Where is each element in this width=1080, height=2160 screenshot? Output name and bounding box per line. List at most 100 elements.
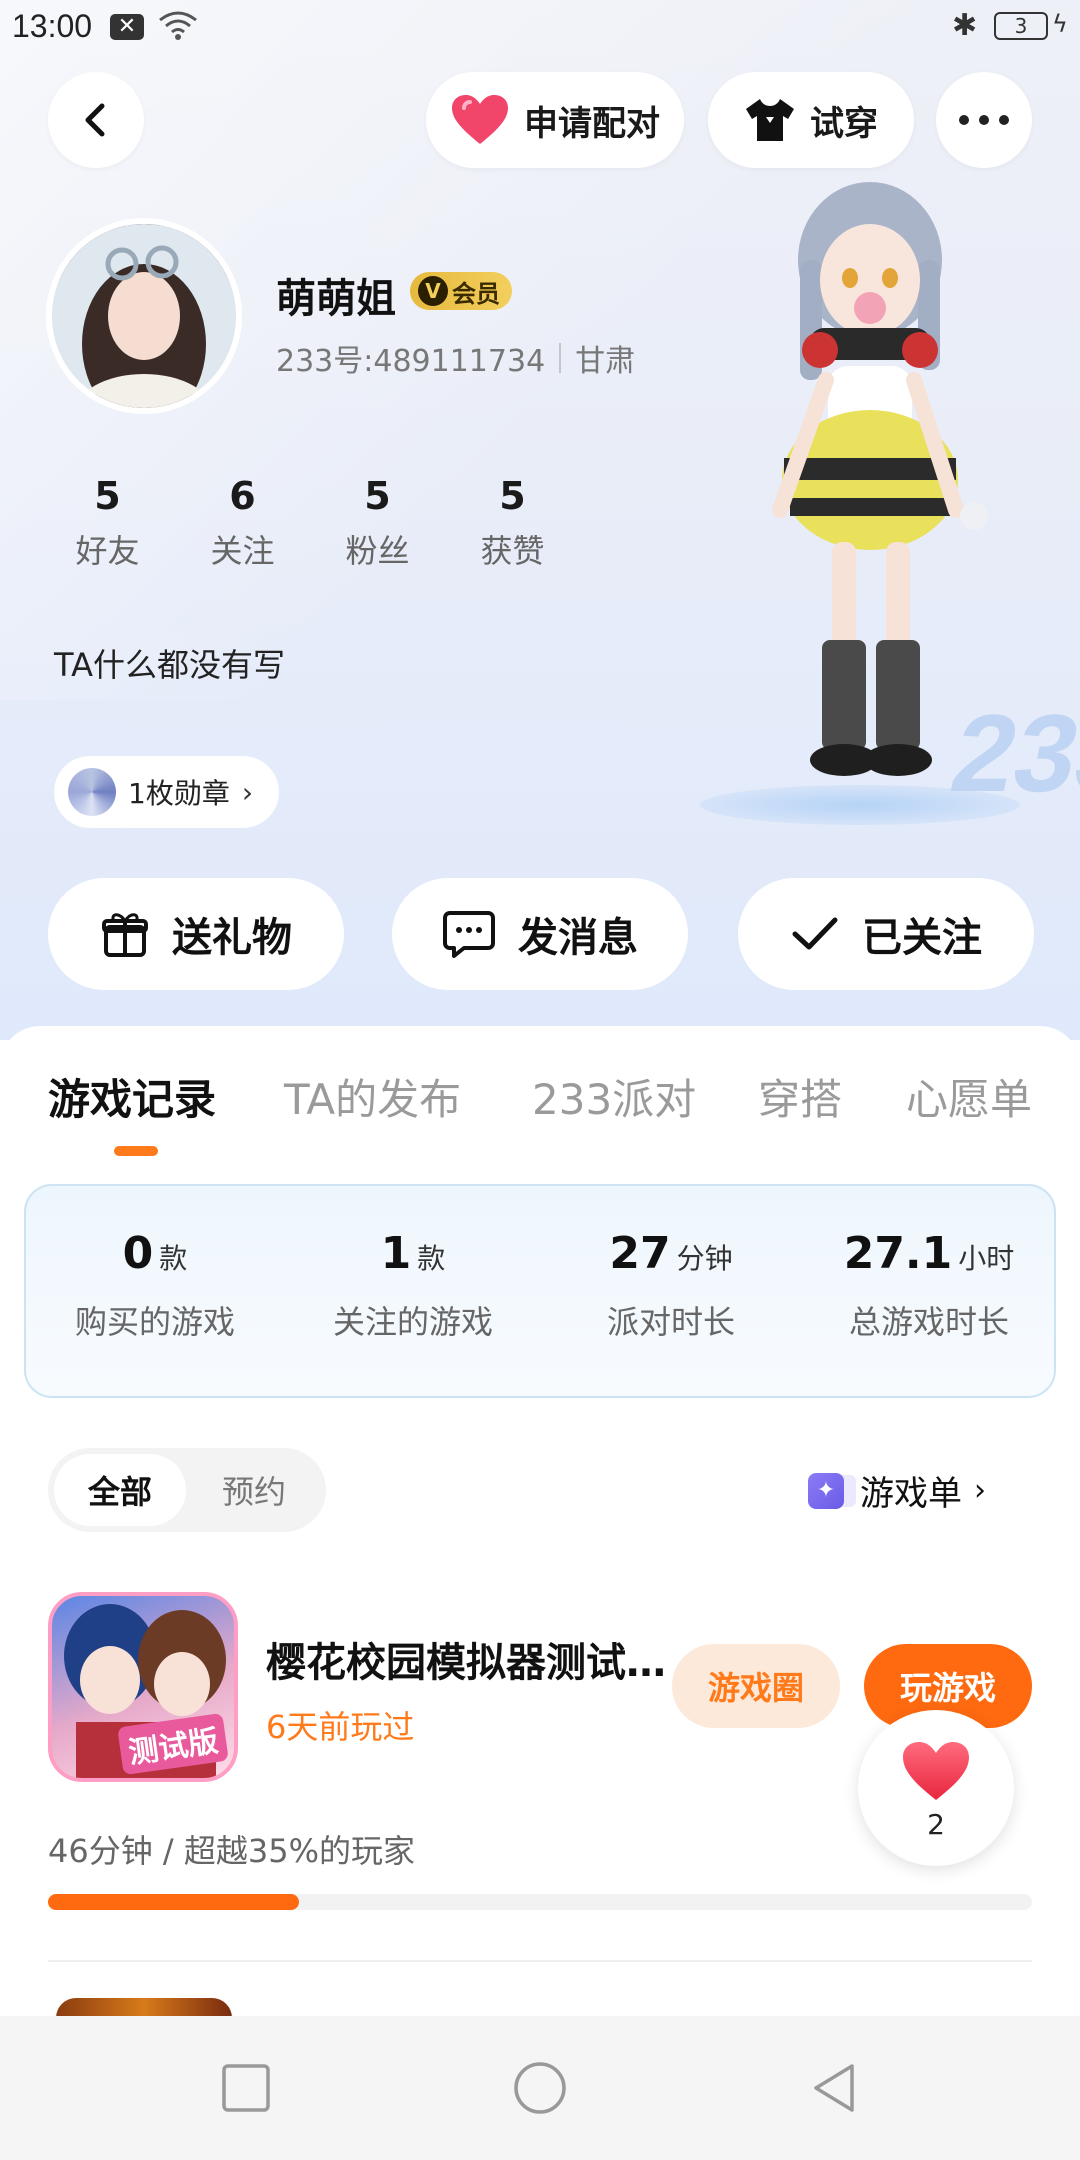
profile-stats: 5 好友 6 关注 5 粉丝 5 获赞 — [40, 474, 580, 572]
game-list-link[interactable]: ✦ 游戏单 › — [808, 1466, 986, 1515]
stat-followed-games[interactable]: 1款 关注的游戏 — [284, 1228, 542, 1343]
stat-label: 关注 — [210, 532, 275, 570]
notification-icon: ✕ — [110, 14, 144, 40]
playtime-progress — [48, 1894, 1032, 1910]
gift-icon — [102, 913, 148, 957]
chevron-left-icon — [85, 103, 105, 137]
stat-label: 好友 — [75, 532, 140, 570]
request-pair-label: 申请配对 — [524, 103, 660, 144]
tab-party[interactable]: 233派对 — [532, 1066, 696, 1127]
heart-icon — [903, 1742, 969, 1800]
stat-value: 27.1 — [843, 1228, 953, 1279]
play-stats: 46分钟 / 超越35%的玩家 — [48, 1832, 415, 1870]
user-id-row: 233号:489111734 甘肃 — [276, 336, 635, 380]
request-pair-button[interactable]: 申请配对 — [426, 72, 684, 168]
chevron-right-icon: › — [241, 775, 254, 809]
stat-purchased-games[interactable]: 0款 购买的游戏 — [26, 1228, 284, 1343]
back-button[interactable] — [48, 72, 144, 168]
wifi-icon — [159, 11, 197, 40]
tab-game-records[interactable]: 游戏记录 — [48, 1066, 216, 1127]
username: 萌萌姐 — [276, 276, 396, 322]
try-on-label: 试穿 — [810, 103, 878, 144]
tshirt-icon — [746, 99, 794, 141]
user-region: 甘肃 — [575, 344, 636, 379]
active-tab-indicator — [114, 1146, 158, 1156]
stat-friends[interactable]: 5 好友 — [40, 474, 175, 572]
filter-all[interactable]: 全部 — [54, 1454, 186, 1526]
recent-apps-button[interactable] — [218, 2060, 274, 2116]
avatar[interactable] — [46, 218, 242, 414]
avatar-character[interactable] — [700, 180, 1030, 820]
stat-label: 购买的游戏 — [74, 1303, 235, 1341]
system-nav-bar — [0, 2016, 1080, 2160]
divider — [559, 343, 562, 373]
stat-label: 派对时长 — [606, 1303, 735, 1341]
stat-value: 5 — [364, 474, 391, 518]
medal-icon — [68, 768, 116, 816]
tab-outfits[interactable]: 穿搭 — [758, 1066, 842, 1127]
stat-party-duration[interactable]: 27 分钟 派对时长 — [542, 1228, 800, 1343]
status-time: 13:00 — [12, 8, 93, 44]
stat-label: 获赞 — [480, 532, 545, 570]
stat-following[interactable]: 6 关注 — [175, 474, 310, 572]
filter-reserved[interactable]: 预约 — [188, 1454, 320, 1526]
user-id: 233号:489111734 — [276, 344, 546, 379]
sparkle-icon: ✦ — [808, 1472, 844, 1509]
game-icon[interactable]: 测试版 — [48, 1592, 238, 1782]
more-dots-icon — [954, 115, 1014, 125]
back-nav-button[interactable] — [806, 2060, 862, 2116]
followed-button[interactable]: 已关注 — [738, 878, 1034, 990]
followed-label: 已关注 — [862, 915, 982, 961]
chevron-right-icon: › — [974, 1473, 986, 1508]
filter-segment: 全部 预约 — [48, 1448, 326, 1532]
stat-label: 关注的游戏 — [332, 1303, 493, 1341]
game-list-label: 游戏单 — [860, 1474, 962, 1514]
send-gift-label: 送礼物 — [172, 915, 292, 961]
vip-badge[interactable]: V 会员 — [410, 272, 512, 310]
playtime-progress-fill — [48, 1894, 299, 1910]
stat-fans[interactable]: 5 粉丝 — [310, 474, 445, 572]
home-button[interactable] — [512, 2060, 568, 2116]
stat-label: 总游戏时长 — [848, 1303, 1009, 1341]
vip-label: 会员 — [452, 279, 500, 308]
status-bar: 13:00 ✕ ✱ 3 ϟ — [0, 0, 1080, 58]
stat-total-playtime[interactable]: 27.1 小时 总游戏时长 — [800, 1228, 1058, 1343]
more-options-button[interactable] — [936, 72, 1032, 168]
game-circle-button[interactable]: 游戏圈 — [672, 1644, 840, 1728]
game-stats-card: 0款 购买的游戏 1款 关注的游戏 27 分钟 派对时长 27.1 小时 总游戏时长 — [24, 1184, 1056, 1398]
stat-likes[interactable]: 5 获赞 — [445, 474, 580, 572]
stat-value: 27 — [609, 1228, 671, 1279]
tab-posts[interactable]: TA的发布 — [284, 1066, 461, 1127]
battery-icon: 3 — [994, 12, 1048, 40]
vip-icon: V — [418, 276, 448, 306]
send-gift-button[interactable]: 送礼物 — [48, 878, 344, 990]
stat-unit: 小时 — [958, 1242, 1015, 1275]
send-message-button[interactable]: 发消息 — [392, 878, 688, 990]
avatar-image — [52, 224, 236, 408]
try-on-button[interactable]: 试穿 — [708, 72, 914, 168]
floating-like-button[interactable]: 2 — [858, 1710, 1014, 1866]
stat-value: 5 — [94, 474, 121, 518]
heart-icon — [452, 95, 508, 144]
send-message-label: 发消息 — [518, 915, 638, 961]
stat-value: 1 — [380, 1228, 412, 1279]
like-count: 2 — [927, 1808, 945, 1841]
stat-label: 粉丝 — [345, 532, 410, 570]
profile-bio: TA什么都没有写 — [54, 646, 285, 684]
medal-label: 1枚勋章 — [128, 777, 230, 810]
stat-unit: 款 — [417, 1242, 446, 1275]
next-game-icon[interactable] — [56, 1998, 232, 2018]
game-last-played: 6天前玩过 — [266, 1708, 415, 1746]
stat-value: 0 — [122, 1228, 154, 1279]
stat-unit: 分钟 — [676, 1242, 733, 1275]
chat-bubble-icon — [443, 911, 495, 958]
checkmark-icon — [792, 917, 838, 950]
game-title[interactable]: 樱花校园模拟器测试... — [266, 1630, 666, 1688]
tab-wishlist[interactable]: 心愿单 — [906, 1066, 1032, 1127]
stat-unit: 款 — [159, 1242, 188, 1275]
charging-icon: ϟ — [1052, 10, 1068, 38]
stat-value: 6 — [229, 474, 256, 518]
medal-chip[interactable]: 1枚勋章 › — [54, 756, 280, 828]
list-divider — [48, 1960, 1032, 1962]
bluetooth-icon: ✱ — [952, 8, 978, 43]
